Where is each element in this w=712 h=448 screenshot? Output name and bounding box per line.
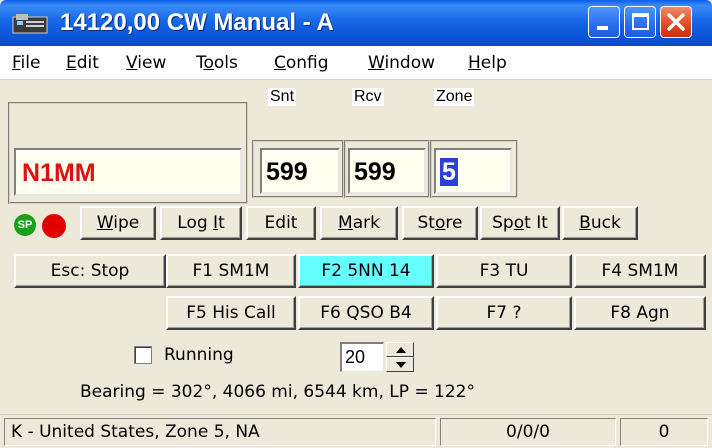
sp-mode-icon[interactable]: SP (14, 214, 36, 236)
menu-tools[interactable]: Tools (196, 53, 238, 73)
f3-button[interactable]: F3 TU (436, 254, 572, 288)
f4-button[interactable]: F4 SM1M (574, 254, 706, 288)
arrow-down-icon (396, 362, 406, 368)
status-count2: 0 (620, 418, 708, 446)
title-bar[interactable]: 14120,00 CW Manual - A (0, 0, 712, 46)
menu-bar: File Edit View Tools Config Window Help (0, 46, 712, 80)
edit-button[interactable]: Edit (246, 206, 316, 240)
arrow-up-icon (396, 347, 406, 353)
menu-window[interactable]: Window (368, 53, 435, 73)
mark-button[interactable]: Mark (320, 206, 398, 240)
menu-config[interactable]: Config (274, 53, 329, 73)
speed-down-button[interactable] (386, 357, 414, 372)
application-window: 14120,00 CW Manual - A File Edit View To… (0, 0, 712, 448)
f1-button[interactable]: F1 SM1M (166, 254, 296, 288)
wipe-button[interactable]: Wipe (80, 206, 156, 240)
menu-view[interactable]: View (126, 53, 166, 73)
f5-button[interactable]: F5 His Call (166, 296, 296, 330)
rcv-input[interactable]: 599 (348, 148, 426, 194)
snt-label: Snt (268, 88, 297, 106)
rcv-label: Rcv (352, 88, 384, 106)
spot-it-button[interactable]: Spot It (480, 206, 560, 240)
speed-input[interactable]: 20 (340, 342, 384, 372)
f7-button[interactable]: F7 ? (436, 296, 572, 330)
f2-button[interactable]: F2 5NN 14 (298, 254, 434, 288)
speed-up-button[interactable] (386, 342, 414, 357)
menu-help[interactable]: Help (468, 53, 507, 73)
window-title: 14120,00 CW Manual - A (60, 9, 334, 36)
status-counts: 0/0/0 (440, 418, 616, 446)
maximize-button[interactable] (624, 6, 656, 38)
close-icon (667, 13, 685, 31)
maximize-icon (632, 13, 649, 30)
snt-input[interactable]: 599 (260, 148, 340, 194)
callsign-input[interactable]: N1MM (14, 148, 242, 196)
app-icon (12, 14, 48, 34)
zone-input[interactable]: 5 (434, 148, 512, 194)
esc-stop-button[interactable]: Esc: Stop (14, 254, 166, 288)
status-country: K - United States, Zone 5, NA (4, 418, 436, 446)
zone-value: 5 (440, 158, 458, 186)
running-checkbox[interactable] (134, 346, 152, 364)
zone-label: Zone (434, 88, 475, 106)
minimize-button[interactable] (588, 6, 620, 38)
f6-button[interactable]: F6 QSO B4 (298, 296, 434, 330)
minimize-icon (597, 26, 608, 30)
close-button[interactable] (660, 6, 692, 38)
menu-file[interactable]: File (12, 53, 40, 73)
store-button[interactable]: Store (402, 206, 478, 240)
f8-button[interactable]: F8 Agn (574, 296, 706, 330)
bearing-info: Bearing = 302°, 4066 mi, 6544 km, LP = 1… (80, 382, 475, 402)
log-it-button[interactable]: Log It (160, 206, 242, 240)
buck-button[interactable]: Buck (562, 206, 638, 240)
status-bar: K - United States, Zone 5, NA 0/0/0 0 (0, 414, 712, 448)
menu-edit[interactable]: Edit (66, 53, 99, 73)
running-label: Running (164, 345, 234, 365)
record-icon[interactable] (42, 214, 66, 238)
